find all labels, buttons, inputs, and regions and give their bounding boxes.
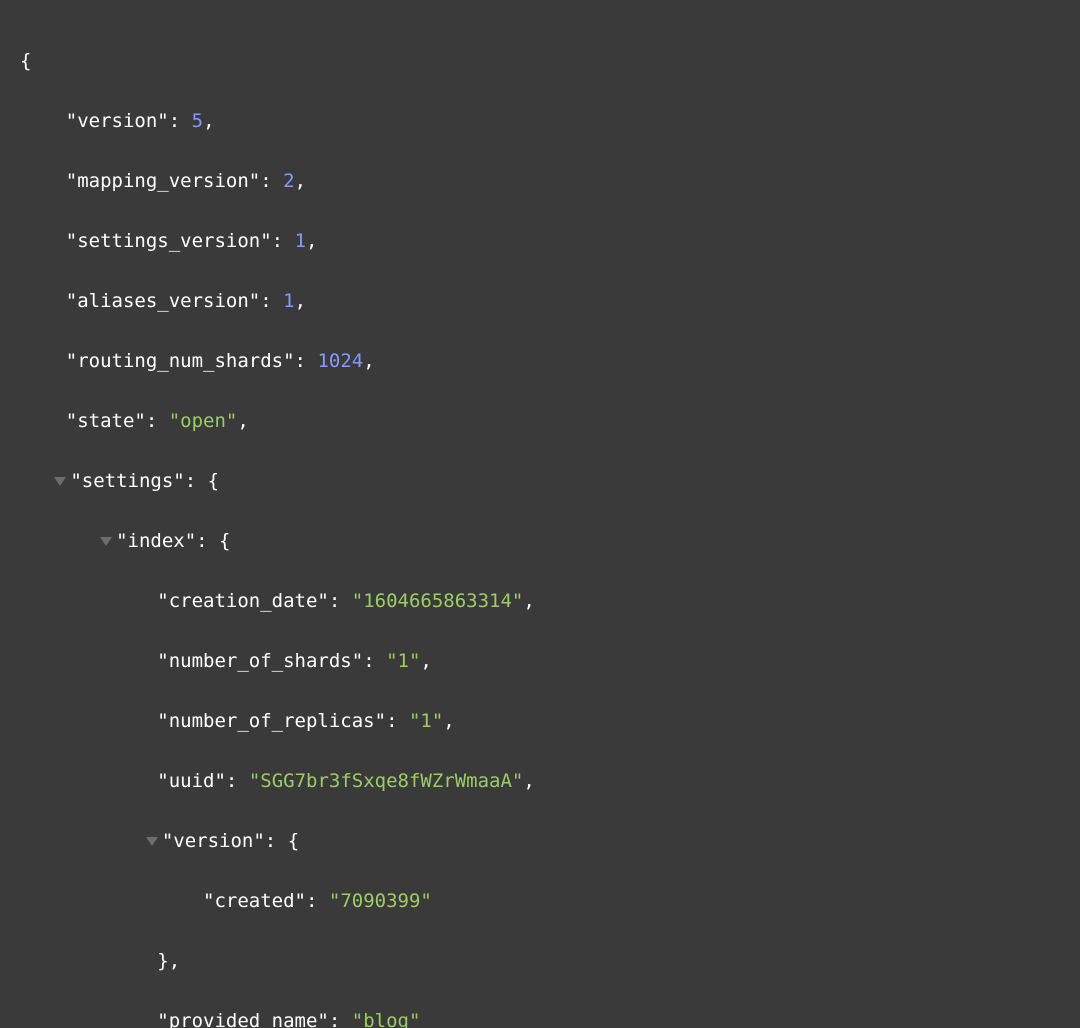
open-brace: { bbox=[20, 46, 1080, 76]
chevron-down-icon[interactable] bbox=[54, 477, 66, 486]
kv-num-replicas: "number_of_replicas": "1", bbox=[20, 706, 1080, 736]
json-viewer: { "version": 5, "mapping_version": 2, "s… bbox=[0, 0, 1080, 1028]
kv-routing: "routing_num_shards": 1024, bbox=[20, 346, 1080, 376]
kv-index: "index": { bbox=[20, 526, 1080, 556]
kv-aliases-version: "aliases_version": 1, bbox=[20, 286, 1080, 316]
kv-created: "created": "7090399" bbox=[20, 886, 1080, 916]
kv-settings-version: "settings_version": 1, bbox=[20, 226, 1080, 256]
kv-state: "state": "open", bbox=[20, 406, 1080, 436]
chevron-down-icon[interactable] bbox=[100, 537, 112, 546]
kv-version: "version": 5, bbox=[20, 106, 1080, 136]
kv-mapping-version: "mapping_version": 2, bbox=[20, 166, 1080, 196]
kv-settings: "settings": { bbox=[20, 466, 1080, 496]
kv-version-obj: "version": { bbox=[20, 826, 1080, 856]
kv-uuid: "uuid": "SGG7br3fSxqe8fWZrWmaaA", bbox=[20, 766, 1080, 796]
kv-creation-date: "creation_date": "1604665863314", bbox=[20, 586, 1080, 616]
kv-provided-name: "provided_name": "blog" bbox=[20, 1006, 1080, 1028]
kv-num-shards: "number_of_shards": "1", bbox=[20, 646, 1080, 676]
close-version: }, bbox=[20, 946, 1080, 976]
chevron-down-icon[interactable] bbox=[146, 837, 158, 846]
